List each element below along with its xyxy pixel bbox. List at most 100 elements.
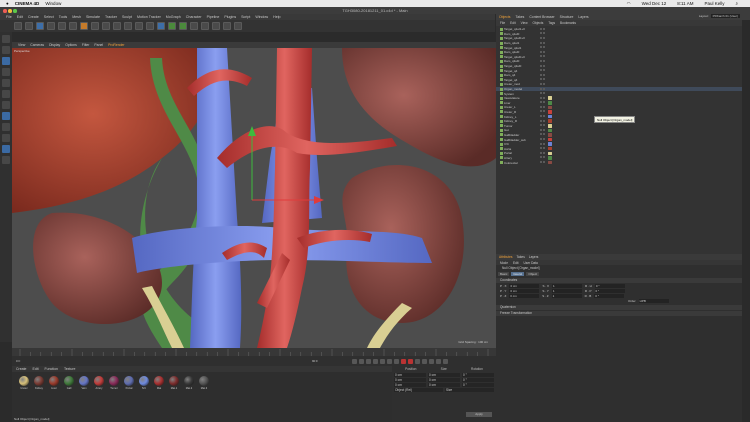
axis-mode-icon[interactable] (2, 112, 10, 120)
material-swatch[interactable]: Mat.3 (198, 376, 210, 390)
render-visibility-dot[interactable] (542, 82, 545, 85)
render-visibility-dot[interactable] (542, 151, 545, 154)
render-visibility-dot[interactable] (542, 110, 545, 113)
coord-field[interactable]: 0 cm (394, 382, 426, 387)
material-swatch[interactable]: Ureter (18, 376, 30, 390)
viewport-menu-prorender[interactable]: ProRender (108, 43, 124, 47)
light-icon[interactable] (234, 22, 242, 30)
visibility-toggle[interactable] (540, 41, 546, 45)
render-visibility-dot[interactable] (542, 96, 545, 99)
material-swatch[interactable]: Gall (63, 376, 75, 390)
render-visibility-dot[interactable] (542, 156, 545, 159)
material-menu-function[interactable]: Function (45, 367, 58, 371)
visibility-toggle[interactable] (540, 161, 546, 164)
material-tag-icon[interactable] (548, 119, 552, 123)
array-icon[interactable] (190, 22, 198, 30)
close-icon[interactable] (3, 9, 7, 13)
rotation-key-icon[interactable] (436, 358, 441, 364)
material-tag-icon[interactable] (548, 96, 552, 100)
make-editable-icon[interactable] (2, 35, 10, 43)
material-tag-icon[interactable] (548, 124, 552, 128)
render-visibility-dot[interactable] (542, 147, 545, 150)
viewport-menu-cameras[interactable]: Cameras (30, 43, 44, 47)
object-row[interactable]: Colorectal (496, 160, 750, 165)
solo-icon[interactable] (2, 156, 10, 164)
menu-select[interactable]: Select (44, 15, 54, 19)
coord-value-field[interactable]: 0 cm (509, 283, 540, 288)
viewport-menu-options[interactable]: Options (65, 43, 77, 47)
attr-tab-takes[interactable]: Takes (516, 255, 524, 259)
user-label[interactable]: Paul Kelly (704, 1, 724, 7)
record-icon[interactable] (401, 358, 406, 364)
material-swatch[interactable]: Mat (153, 376, 165, 390)
coord-value-field[interactable]: 0 ° (594, 293, 625, 298)
visibility-toggle[interactable] (540, 92, 546, 95)
tab-takes[interactable]: Takes (516, 15, 525, 19)
render-visibility-dot[interactable] (542, 87, 545, 90)
material-swatch[interactable]: IVC (138, 376, 150, 390)
coord-value-field[interactable]: 0 cm (509, 293, 540, 298)
y-axis-icon[interactable] (91, 22, 99, 30)
material-tag-icon[interactable] (548, 101, 552, 105)
coord-mode-select[interactable]: Object (Rel) (394, 387, 443, 392)
attr-subtab-object[interactable]: Object (526, 272, 540, 276)
render-visibility-dot[interactable] (542, 138, 545, 141)
material-swatch[interactable]: Tumor (108, 376, 120, 390)
deformer-icon[interactable] (201, 22, 209, 30)
object-menu-file[interactable]: File (500, 21, 505, 25)
environment-icon[interactable] (212, 22, 220, 30)
material-menu-edit[interactable]: Edit (33, 367, 39, 371)
menu-pipeline[interactable]: Pipeline (207, 15, 220, 19)
rotate-icon[interactable] (69, 22, 77, 30)
visibility-toggle[interactable] (540, 156, 546, 159)
visibility-toggle[interactable] (540, 69, 546, 72)
tab-objects[interactable]: Objects (499, 15, 511, 19)
visibility-toggle[interactable] (540, 27, 546, 31)
render-visibility-dot[interactable] (542, 64, 545, 67)
prev-frame-icon[interactable] (366, 358, 371, 364)
attr-menu-edit[interactable]: Edit (513, 261, 519, 265)
render-visibility-dot[interactable] (542, 101, 545, 104)
menu-simulate[interactable]: Simulate (86, 15, 100, 19)
render-visibility-dot[interactable] (542, 41, 545, 44)
render-visibility-dot[interactable] (542, 124, 545, 127)
visibility-toggle[interactable] (540, 87, 546, 91)
visibility-toggle[interactable] (540, 151, 546, 155)
visibility-toggle[interactable] (540, 105, 546, 109)
material-tag-icon[interactable] (548, 142, 552, 146)
prev-key-icon[interactable] (359, 358, 364, 364)
material-tag-icon[interactable] (548, 160, 552, 165)
visibility-toggle[interactable] (540, 96, 546, 100)
wifi-icon[interactable]: ◠ (627, 1, 631, 7)
material-menu-texture[interactable]: Texture (64, 367, 75, 371)
apply-button[interactable]: Apply (466, 412, 492, 417)
visibility-toggle[interactable] (540, 59, 546, 63)
render-visibility-dot[interactable] (542, 92, 545, 95)
move-icon[interactable] (47, 22, 55, 30)
next-key-icon[interactable] (387, 358, 392, 364)
coord-field[interactable]: 0 cm (428, 382, 460, 387)
viewport-menu-panel[interactable]: Panel (94, 43, 103, 47)
material-tag-icon[interactable] (548, 133, 552, 137)
visibility-toggle[interactable] (540, 128, 546, 132)
menu-character[interactable]: Character (186, 15, 202, 19)
visibility-toggle[interactable] (540, 119, 546, 123)
render-visibility-dot[interactable] (542, 161, 545, 164)
render-visibility-dot[interactable] (542, 27, 545, 30)
position-key-icon[interactable] (422, 358, 427, 364)
render-visibility-dot[interactable] (542, 78, 545, 81)
window-menu[interactable]: Window (45, 1, 61, 6)
visibility-toggle[interactable] (540, 101, 546, 104)
go-end-icon[interactable] (394, 358, 399, 364)
lock-icon[interactable] (2, 145, 10, 153)
coord-field[interactable]: 0 ° (462, 382, 494, 387)
render-visibility-dot[interactable] (542, 36, 545, 39)
scale-key-icon[interactable] (429, 358, 434, 364)
timeline[interactable] (12, 348, 496, 356)
material-menu-create[interactable]: Create (16, 367, 27, 371)
render-visibility-dot[interactable] (542, 115, 545, 118)
material-swatch[interactable]: Vein (78, 376, 90, 390)
visibility-toggle[interactable] (540, 115, 546, 118)
menu-create[interactable]: Create (28, 15, 39, 19)
tab-content-browser[interactable]: Content Browser (529, 15, 554, 19)
